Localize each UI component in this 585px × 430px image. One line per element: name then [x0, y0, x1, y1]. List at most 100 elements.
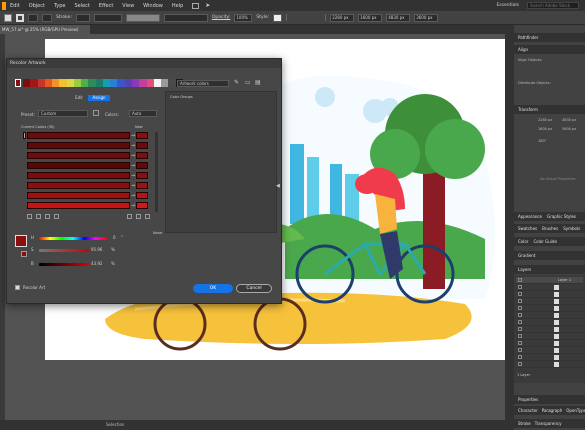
menu-view[interactable]: View — [122, 3, 134, 9]
w-input[interactable]: 4830 px — [386, 13, 411, 22]
layer-row[interactable]: Layer 1 — [516, 277, 583, 284]
layer-row[interactable] — [516, 298, 583, 305]
new-color-swatch[interactable] — [136, 132, 148, 139]
eye-icon[interactable] — [518, 334, 522, 338]
strip-color-18[interactable] — [153, 79, 162, 87]
layer-row[interactable] — [516, 305, 583, 312]
h-value[interactable]: 0 — [113, 235, 116, 240]
menu-effect[interactable]: Effect — [99, 3, 113, 9]
menu-type[interactable]: Type — [54, 3, 65, 9]
brightness-slider[interactable] — [39, 263, 89, 266]
fill-swatch[interactable] — [4, 13, 12, 22]
transform-y[interactable]: 1600 px — [538, 127, 552, 131]
preset-dropdown[interactable]: Custom — [38, 110, 88, 117]
arrange-icon[interactable] — [192, 2, 200, 9]
new-row-icon[interactable] — [54, 214, 59, 219]
swatches-tab[interactable]: Swatches — [518, 224, 537, 233]
new-color-swatch[interactable] — [136, 172, 148, 179]
document-tab[interactable]: MW_57.ai* @ 25% (RGB/GPU Preview) — [0, 25, 90, 34]
layer-row[interactable] — [516, 291, 583, 298]
workspace-switcher[interactable]: Essentials — [496, 3, 519, 8]
eye-icon[interactable] — [518, 299, 522, 303]
randomize-order-icon[interactable] — [127, 214, 132, 219]
strip-color-11[interactable] — [102, 79, 111, 87]
transparency-tab[interactable]: Transparency — [535, 419, 562, 428]
graphic-styles-tab[interactable]: Graphic Styles — [547, 212, 576, 221]
eye-icon[interactable] — [518, 327, 522, 331]
strip-color-2[interactable] — [37, 79, 45, 87]
eye-icon[interactable] — [518, 285, 522, 289]
fill-dropdown[interactable] — [28, 13, 38, 22]
strip-color-6[interactable] — [66, 79, 74, 87]
layer-row[interactable] — [516, 312, 583, 319]
align-panel-tab[interactable]: Align — [514, 45, 585, 54]
send-icon[interactable]: ➤ — [205, 2, 210, 9]
layer-row[interactable] — [516, 354, 583, 361]
brush-dropdown[interactable] — [125, 13, 160, 22]
ok-button[interactable]: OK — [193, 284, 233, 293]
strip-color-13[interactable] — [117, 79, 125, 87]
opentype-tab[interactable]: OpenType — [566, 406, 585, 415]
layer-row[interactable] — [516, 340, 583, 347]
x-input[interactable]: 2280 px — [330, 13, 355, 22]
layer-row[interactable] — [516, 361, 583, 368]
strip-color-5[interactable] — [59, 79, 67, 87]
strip-color-15[interactable] — [131, 79, 140, 87]
gradient-tab[interactable]: Gradient — [514, 251, 585, 260]
color-tab[interactable]: Color — [518, 237, 528, 246]
strip-color-0[interactable] — [23, 79, 31, 87]
new-color-swatch[interactable] — [136, 192, 148, 199]
strip-color-8[interactable] — [81, 79, 89, 87]
layer-row[interactable] — [516, 284, 583, 291]
strip-color-9[interactable] — [88, 79, 96, 87]
strip-color-17[interactable] — [146, 79, 154, 87]
color-strip[interactable] — [23, 79, 183, 87]
separate-colors-icon[interactable] — [36, 214, 41, 219]
eye-icon[interactable] — [518, 278, 522, 282]
b-value[interactable]: 43.92 — [91, 261, 102, 266]
strip-color-20[interactable] — [168, 79, 176, 87]
layer-row[interactable] — [516, 326, 583, 333]
cancel-button[interactable]: Cancel — [236, 284, 272, 293]
symbols-tab[interactable]: Symbols — [563, 224, 580, 233]
transform-angle[interactable]: 180° — [538, 139, 546, 143]
new-color-swatch[interactable] — [136, 152, 148, 159]
colors-dropdown[interactable]: Auto — [129, 110, 157, 117]
align-icons[interactable] — [286, 14, 327, 21]
s-value[interactable]: 95.96 — [91, 247, 102, 252]
stroke-tab[interactable]: Stroke — [518, 419, 531, 428]
eye-icon[interactable] — [518, 362, 522, 366]
color-row[interactable]: → — [27, 182, 153, 189]
menu-edit[interactable]: Edit — [10, 3, 20, 9]
exclude-colors-icon[interactable] — [45, 214, 50, 219]
stroke-dropdown[interactable] — [42, 13, 52, 22]
saturation-slider[interactable] — [39, 249, 89, 252]
eye-icon[interactable] — [518, 292, 522, 296]
h-input[interactable]: 3600 px — [414, 13, 439, 22]
strip-color-1[interactable] — [30, 79, 38, 87]
trash-icon[interactable]: ▤ — [255, 79, 261, 86]
layer-row[interactable] — [516, 319, 583, 326]
strip-color-19[interactable] — [161, 79, 169, 87]
color-row[interactable]: → — [27, 202, 153, 209]
find-icon[interactable] — [145, 214, 150, 219]
collapse-panel-icon[interactable]: ◀ — [276, 183, 280, 189]
strip-color-16[interactable] — [139, 79, 147, 87]
y-input[interactable]: 1600 px — [358, 13, 383, 22]
color-row[interactable]: → — [27, 152, 153, 159]
tools-panel[interactable] — [0, 34, 5, 420]
selected-color-preview[interactable] — [15, 235, 27, 247]
folder-icon[interactable]: ▭ — [245, 79, 251, 86]
style-dropdown[interactable] — [273, 13, 283, 22]
color-row[interactable]: → — [23, 132, 153, 139]
appearance-tab[interactable]: Appearance — [518, 212, 542, 221]
strip-color-3[interactable] — [44, 79, 53, 87]
stroke-swatch[interactable] — [16, 13, 24, 22]
opacity-input[interactable]: 100% — [234, 13, 253, 22]
layer-row[interactable] — [516, 347, 583, 354]
menu-window[interactable]: Window — [143, 3, 163, 9]
layer-row[interactable] — [516, 333, 583, 340]
eye-icon[interactable] — [518, 355, 522, 359]
menu-object[interactable]: Object — [29, 3, 45, 9]
paragraph-tab[interactable]: Paragraph — [542, 406, 563, 415]
